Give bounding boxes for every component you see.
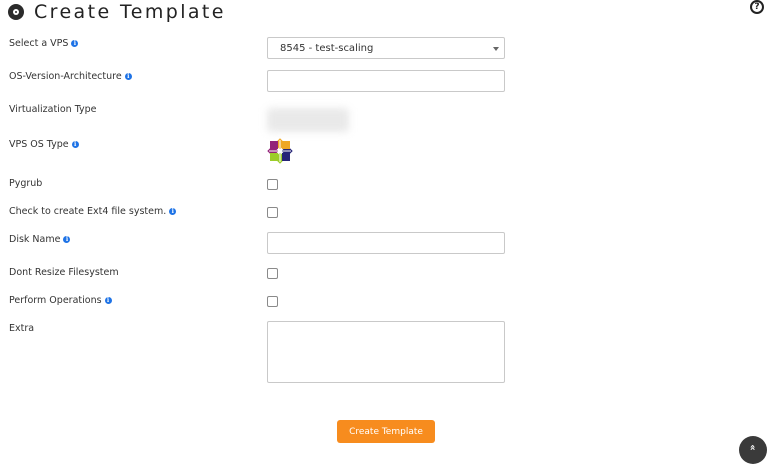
help-icon[interactable]: ? xyxy=(750,0,764,14)
dont-resize-checkbox[interactable] xyxy=(267,268,278,279)
info-icon: i xyxy=(169,208,177,215)
info-icon: i xyxy=(124,73,132,80)
virtualization-label-row: Virtualization Type xyxy=(9,104,97,115)
dont-resize-label: Dont Resize Filesystem xyxy=(9,267,119,278)
virtualization-value xyxy=(267,108,349,132)
ext4-checkbox[interactable] xyxy=(267,207,278,218)
pygrub-label-row: Pygrub xyxy=(9,178,42,189)
os-version-label: OS-Version-Architecture xyxy=(9,71,122,82)
vps-os-type-label: VPS OS Type xyxy=(9,139,69,150)
info-icon: i xyxy=(63,236,71,243)
disc-icon xyxy=(8,4,24,20)
select-vps-dropdown[interactable]: 8545 - test-scaling xyxy=(267,37,505,59)
info-icon: i xyxy=(71,141,79,148)
disk-name-label: Disk Name xyxy=(9,234,61,245)
os-version-label-row: OS-Version-Architecture i xyxy=(9,71,132,82)
select-vps-value: 8545 - test-scaling xyxy=(280,42,374,54)
dont-resize-label-row: Dont Resize Filesystem xyxy=(9,267,119,278)
perform-ops-checkbox[interactable] xyxy=(267,296,278,307)
extra-textarea[interactable] xyxy=(267,321,505,383)
virtualization-value-wrap xyxy=(267,108,349,132)
select-vps-label: Select a VPS xyxy=(9,38,69,49)
double-chevron-up-icon: » xyxy=(747,444,759,451)
page-header: Create Template xyxy=(8,1,226,23)
perform-ops-label-row: Perform Operations i xyxy=(9,295,112,306)
scroll-to-top-button[interactable]: » xyxy=(739,436,767,464)
create-template-button[interactable]: Create Template xyxy=(337,420,435,443)
extra-label-row: Extra xyxy=(9,323,34,334)
info-icon: i xyxy=(71,40,79,47)
disk-name-label-row: Disk Name i xyxy=(9,234,71,245)
os-version-input[interactable] xyxy=(267,70,505,92)
ext4-label-row: Check to create Ext4 file system. i xyxy=(9,206,177,217)
disk-name-input[interactable] xyxy=(267,232,505,254)
perform-ops-label: Perform Operations xyxy=(9,295,102,306)
extra-label: Extra xyxy=(9,323,35,334)
ext4-label: Check to create Ext4 file system. xyxy=(9,206,167,217)
info-icon: i xyxy=(104,297,112,304)
caret-down-icon xyxy=(493,47,499,51)
select-vps-label-row: Select a VPS i xyxy=(9,38,79,49)
pygrub-label: Pygrub xyxy=(9,178,43,189)
vps-os-type-control xyxy=(267,138,293,168)
vps-os-type-label-row: VPS OS Type i xyxy=(9,139,79,150)
virtualization-label: Virtualization Type xyxy=(9,104,97,115)
page-title: Create Template xyxy=(34,1,226,23)
centos-logo-icon xyxy=(267,138,293,164)
pygrub-checkbox[interactable] xyxy=(267,179,278,190)
